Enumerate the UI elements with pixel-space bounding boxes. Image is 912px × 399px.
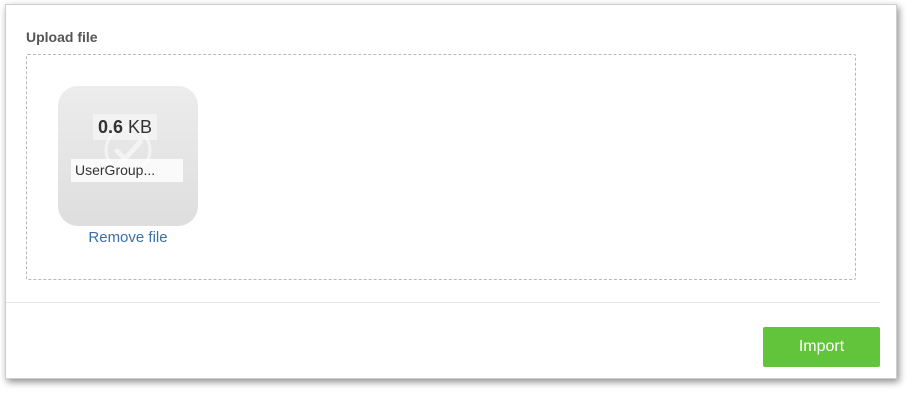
file-preview: 0.6 KB UserGroup... bbox=[58, 86, 198, 226]
file-size-value: 0.6 bbox=[98, 117, 124, 137]
footer-divider bbox=[6, 302, 880, 303]
file-name: UserGroup... bbox=[71, 159, 183, 182]
upload-dialog: Upload file 0.6 KB UserGroup... Remove f… bbox=[5, 4, 897, 379]
upload-file-title: Upload file bbox=[26, 29, 98, 45]
remove-file-link[interactable]: Remove file bbox=[58, 229, 198, 246]
import-button[interactable]: Import bbox=[763, 327, 880, 367]
file-size-unit: KB bbox=[128, 117, 153, 137]
file-size: 0.6 KB bbox=[93, 114, 158, 140]
file-dropzone[interactable]: 0.6 KB UserGroup... Remove file bbox=[26, 54, 856, 280]
